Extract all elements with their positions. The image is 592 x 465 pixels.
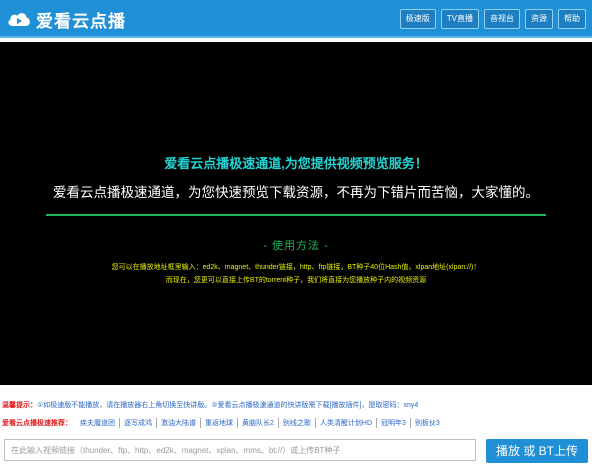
player-subheadline: 爱看云点播极速通道，为您快速预览下载资源，不再为下错片而苦恼，大家懂的。	[53, 185, 539, 200]
site-title: 爱看云点播	[36, 11, 126, 31]
nav-tv-live[interactable]: TV直播	[440, 9, 479, 29]
recommend-row: 爱看云点播极速推荐： 疾夫魔道团 逐写成鸿 激油大陆谱 重返地球 黄脑队长2 别…	[2, 418, 590, 428]
tip-row: 温馨提示：①如极速版不能播放，请在播放器右上角切换至快讲版。②爱看云点播极速通道…	[2, 400, 590, 410]
top-nav: 极速版 TV直播 音视台 资源 帮助	[399, 9, 586, 29]
howto-text-1: 您可以在播放地址框里输入：ed2k、magnet、thunder链接，http、…	[111, 264, 481, 271]
recommend-link[interactable]: 别板伙3	[411, 418, 444, 428]
howto-heading: - 使用方法 -	[263, 240, 329, 252]
recommend-link[interactable]: 人类清醒计划HD	[316, 418, 378, 428]
recommend-link[interactable]: 疾夫魔道团	[76, 418, 120, 428]
recommend-link[interactable]: 黄脑队长2	[238, 418, 279, 428]
recommend-link[interactable]: 别线之歌	[279, 418, 316, 428]
recommend-link[interactable]: 冠明年3	[377, 418, 411, 428]
cloud-play-icon	[8, 13, 30, 26]
tip-label: 温馨提示：	[2, 402, 37, 409]
video-player[interactable]: 爱看云点播极速通道,为您提供视频预览服务！ 爱看云点播极速通道，为您快速预览下载…	[0, 42, 592, 385]
nav-help[interactable]: 帮助	[558, 9, 586, 29]
howto-text-2: 而现在，您更可以直接上传BT的torrent种子，我们将直接为您播放种子内的视频…	[165, 277, 427, 284]
site-logo[interactable]: 爱看云点播	[6, 6, 126, 32]
recommend-label: 爱看云点播极速推荐：	[2, 420, 72, 427]
play-upload-button[interactable]: 播放 或 BT上传	[486, 439, 588, 463]
tip-text[interactable]: ①如极速版不能播放，请在播放器右上角切换至快讲版。②爱看云点播极速通道的快讲版需…	[37, 402, 418, 409]
nav-resources[interactable]: 资源	[525, 9, 553, 29]
top-header: 爱看云点播 极速版 TV直播 音视台 资源 帮助	[0, 0, 592, 38]
nav-video-station[interactable]: 音视台	[484, 9, 520, 29]
input-bar: 播放 或 BT上传	[0, 436, 592, 465]
video-url-input[interactable]	[4, 439, 476, 461]
recommend-link[interactable]: 重返地球	[201, 418, 238, 428]
nav-fast-version[interactable]: 极速版	[399, 9, 436, 29]
player-headline: 爱看云点播极速通道,为您提供视频预览服务！	[164, 156, 428, 171]
recommend-link[interactable]: 激油大陆谱	[157, 418, 201, 428]
recommend-link[interactable]: 逐写成鸿	[120, 418, 157, 428]
divider-line	[46, 214, 546, 216]
